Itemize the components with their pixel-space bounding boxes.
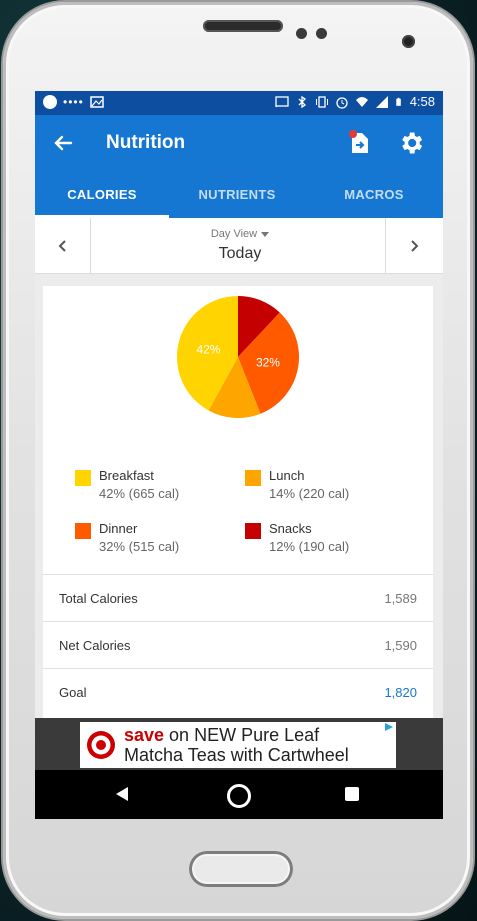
cast-icon [275, 95, 289, 107]
legend-detail: 32% (515 cal) [99, 539, 180, 554]
phone-screen: •••• 4:58 Nutrition CALORIES NUTRIENTS M… [35, 91, 443, 819]
bluetooth-icon [298, 95, 306, 108]
legend-swatch [245, 523, 261, 539]
legend-name: Dinner [99, 521, 138, 536]
summary-value: 1,820 [384, 685, 417, 700]
chevron-right-icon [410, 240, 418, 252]
notification-circle-icon [43, 95, 57, 109]
arrow-back-icon[interactable] [49, 129, 77, 157]
summary-row-goal[interactable]: Goal 1,820 [43, 668, 433, 716]
nav-home-icon[interactable] [227, 784, 251, 808]
summary-label: Net Calories [59, 638, 131, 653]
page-title: Nutrition [106, 132, 186, 153]
ad-banner[interactable]: save on NEW Pure Leaf Matcha Teas with C… [80, 722, 396, 768]
ad-container: save on NEW Pure Leaf Matcha Teas with C… [35, 718, 443, 770]
light-sensor [316, 28, 327, 39]
previous-day-button[interactable] [35, 218, 91, 273]
status-bar: •••• 4:58 [35, 91, 443, 115]
day-view-label: Day View [210, 228, 258, 240]
signal-icon [375, 95, 388, 108]
legend-lunch: Lunch 14% (220 cal) [245, 468, 395, 508]
vibrate-icon [315, 95, 328, 108]
earpiece-speaker [203, 20, 283, 32]
front-camera [402, 35, 415, 48]
nav-recents-icon[interactable] [345, 787, 359, 801]
ad-headline: save on NEW Pure Leaf [124, 725, 319, 746]
wifi-icon [355, 96, 368, 107]
ad-subline: Matcha Teas with Cartwheel [124, 745, 349, 765]
next-day-button[interactable] [385, 218, 441, 273]
legend-dinner: Dinner 32% (515 cal) [75, 521, 225, 561]
legend-swatch [75, 470, 91, 486]
summary-row-net-calories[interactable]: Net Calories 1,590 [43, 621, 433, 669]
summary-label: Total Calories [59, 591, 138, 606]
calories-pie-chart: 42% 32% [177, 296, 299, 418]
current-day: Today [218, 245, 262, 262]
summary-value: 1,589 [384, 591, 417, 606]
ad-highlight: save [124, 725, 165, 745]
legend-name: Breakfast [99, 468, 154, 483]
summary-value: 1,590 [384, 638, 417, 653]
system-nav-bar [35, 770, 443, 819]
legend-detail: 12% (190 cal) [269, 539, 350, 554]
alarm-icon [336, 96, 348, 109]
legend-breakfast: Breakfast 42% (665 cal) [75, 468, 225, 508]
ad-choices-icon[interactable] [384, 722, 394, 732]
chevron-left-icon [58, 240, 66, 252]
legend-name: Snacks [269, 521, 312, 536]
battery-icon [395, 97, 401, 106]
proximity-sensor [296, 28, 307, 39]
target-logo-icon [87, 731, 115, 759]
summary-row-total-calories[interactable]: Total Calories 1,589 [43, 574, 433, 622]
more-notifications-icon: •••• [63, 95, 84, 109]
tab-nutrients[interactable]: NUTRIENTS [169, 172, 305, 218]
status-time: 4:58 [409, 94, 435, 109]
tab-calories[interactable]: CALORIES [35, 172, 169, 218]
ad-line1-text: on NEW Pure Leaf [164, 725, 320, 745]
day-view-selector[interactable]: Day View [190, 228, 290, 240]
legend-swatch [245, 470, 261, 486]
nav-back-icon[interactable] [115, 786, 129, 802]
image-notification-icon [90, 96, 104, 108]
legend-detail: 42% (665 cal) [99, 486, 180, 501]
pie-slice-label: 32% [256, 356, 280, 370]
hardware-home-button[interactable] [189, 851, 293, 887]
main-content: Day View Today 42% 32% Breakfast 42% (665… [35, 218, 443, 726]
legend-name: Lunch [269, 468, 305, 483]
summary-label: Goal [59, 685, 87, 700]
calories-card: 42% 32% Breakfast 42% (665 cal) Lunch 14%… [43, 286, 433, 726]
legend-detail: 14% (220 cal) [269, 486, 350, 501]
legend-swatch [75, 523, 91, 539]
tab-bar: CALORIES NUTRIENTS MACROS [35, 172, 443, 218]
pie-slice-label: 42% [196, 342, 220, 356]
legend-snacks: Snacks 12% (190 cal) [245, 521, 395, 561]
tab-macros[interactable]: MACROS [305, 172, 443, 218]
day-navigator: Day View Today [35, 218, 443, 274]
file-export-icon[interactable] [347, 129, 373, 157]
app-bar: Nutrition [35, 115, 443, 172]
dropdown-caret-icon [261, 231, 270, 237]
gear-icon[interactable] [397, 129, 425, 157]
